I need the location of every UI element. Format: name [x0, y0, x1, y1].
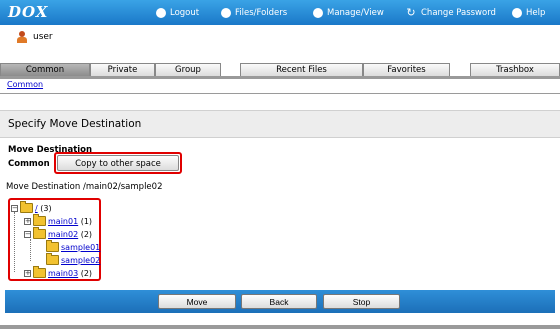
user-name: user	[33, 32, 53, 42]
page-title: Specify Move Destination	[8, 118, 142, 130]
tab-group[interactable]: Group	[155, 63, 221, 76]
folder-icon	[46, 240, 59, 252]
logout-link[interactable]: Logout	[156, 0, 199, 25]
tab-favorites[interactable]: Favorites	[363, 63, 450, 76]
expand-icon[interactable]: +	[24, 269, 31, 277]
help-link[interactable]: Help	[512, 0, 545, 25]
tree-link-sample02[interactable]: sample02	[61, 256, 100, 265]
space-label: Common	[8, 159, 50, 169]
breadcrumb-common[interactable]: Common	[7, 80, 43, 89]
tree-count: (3)	[40, 203, 52, 213]
tree-node-main02[interactable]: − main02 (2)	[24, 227, 93, 240]
user-avatar-icon	[17, 31, 27, 43]
tab-trashbox[interactable]: Trashbox	[470, 63, 560, 76]
folder-open-icon	[33, 227, 46, 239]
footer-line	[0, 325, 560, 329]
help-icon	[512, 7, 522, 18]
destination-path: Move Destination /main02/sample02	[6, 182, 163, 192]
manage-view-link[interactable]: Manage/View	[313, 0, 384, 25]
tree-link-main03[interactable]: main03	[48, 269, 78, 278]
stop-button[interactable]: Stop	[323, 294, 400, 309]
section-header: Specify Move Destination	[0, 110, 560, 138]
folder-icon	[46, 253, 59, 265]
tree-node-main01[interactable]: + main01 (1)	[24, 214, 93, 227]
move-button[interactable]: Move	[158, 294, 236, 309]
manage-view-label: Manage/View	[327, 7, 384, 18]
tree-node-sample01[interactable]: sample01	[46, 240, 100, 253]
change-password-link[interactable]: ↻ Change Password	[405, 0, 496, 25]
copy-to-other-space-button[interactable]: Copy to other space	[57, 155, 179, 171]
logout-label: Logout	[170, 7, 200, 18]
help-label: Help	[526, 7, 546, 18]
change-password-label: Change Password	[421, 7, 496, 18]
logout-icon	[156, 7, 166, 18]
tree-link-sample01[interactable]: sample01	[61, 243, 100, 252]
tree-node-sample02[interactable]: sample02	[46, 253, 100, 266]
folder-icon	[33, 266, 46, 278]
tab-recent-files[interactable]: Recent Files	[240, 63, 363, 76]
tab-underline	[0, 76, 560, 79]
change-password-icon: ↻	[406, 5, 416, 19]
tree-link-main02[interactable]: main02	[48, 230, 78, 239]
top-bar: DOX Logout Files/Folders Manage/View ↻ C…	[0, 0, 560, 25]
tree-count: (1)	[80, 216, 93, 226]
manage-view-icon	[313, 7, 323, 18]
tab-private[interactable]: Private	[90, 63, 155, 76]
tree-count: (2)	[80, 268, 93, 278]
folder-open-icon	[20, 201, 33, 213]
tree-line	[30, 239, 31, 261]
tree-line	[14, 212, 15, 272]
folder-icon	[33, 214, 46, 226]
tree-link-main01[interactable]: main01	[48, 217, 78, 226]
files-folders-label: Files/Folders	[235, 7, 288, 18]
collapse-icon[interactable]: −	[24, 230, 31, 238]
tree-node-main03[interactable]: + main03 (2)	[24, 266, 93, 279]
files-folders-link[interactable]: Files/Folders	[221, 0, 287, 25]
user-info: user	[17, 31, 53, 43]
expand-icon[interactable]: +	[24, 217, 31, 225]
back-button[interactable]: Back	[241, 294, 317, 309]
tree-count: (2)	[80, 229, 93, 239]
divider	[0, 93, 560, 94]
tree-node-root[interactable]: − / (3)	[11, 201, 52, 214]
files-folders-icon	[221, 7, 231, 18]
tab-bar: Common Private Group Recent Files Favori…	[0, 63, 560, 77]
tab-common[interactable]: Common	[0, 63, 90, 76]
app-logo: DOX	[8, 3, 49, 21]
collapse-icon[interactable]: −	[11, 204, 18, 212]
